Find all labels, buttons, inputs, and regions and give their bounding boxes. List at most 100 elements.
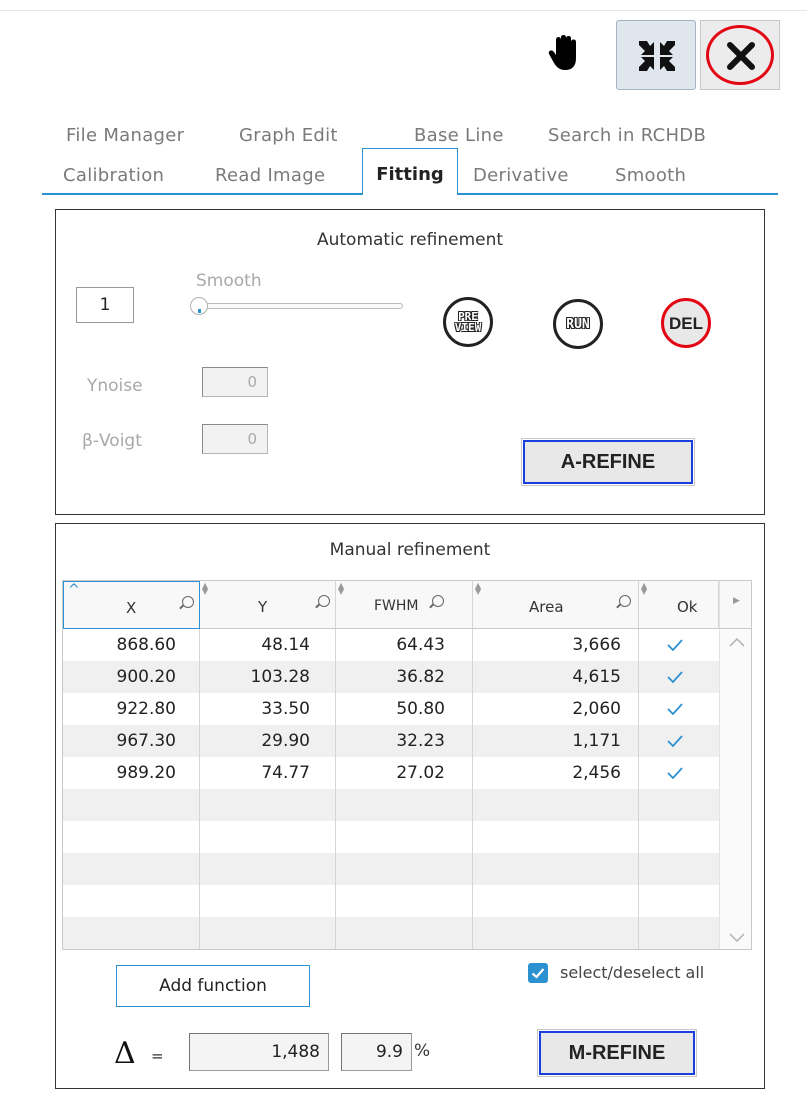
empty-table-row[interactable]	[63, 853, 719, 885]
tab-calibration[interactable]: Calibration	[63, 165, 164, 186]
checkbox-checked-icon	[528, 963, 548, 983]
tab-smooth[interactable]: Smooth	[615, 165, 686, 186]
ok-checkmark-icon[interactable]	[667, 638, 683, 652]
empty-table-row[interactable]	[63, 821, 719, 853]
cell-y[interactable]: 48.14	[261, 629, 310, 661]
beta-voigt-field[interactable]: 0	[202, 424, 268, 454]
empty-table-row[interactable]	[63, 789, 719, 821]
column-header-ok[interactable]: ▲ ▼ Ok	[639, 581, 719, 629]
collapse-button[interactable]	[616, 20, 696, 90]
vertical-scrollbar[interactable]	[719, 629, 751, 949]
column-label-x: X	[126, 599, 137, 617]
column-header-area[interactable]: ▲ ▼ Area	[473, 581, 639, 629]
tab-base-line[interactable]: Base Line	[414, 125, 504, 146]
ynoise-field[interactable]: 0	[202, 367, 268, 397]
table-row[interactable]: 989.20 74.77 27.02 2,456	[63, 757, 719, 789]
ok-checkmark-icon[interactable]	[667, 670, 683, 684]
cell-x[interactable]: 989.20	[117, 757, 176, 789]
cell-fwhm[interactable]: 27.02	[396, 757, 445, 789]
equals-sign: =	[151, 1047, 164, 1065]
sort-icon: ▲ ▼	[475, 581, 482, 596]
delete-label: DEL	[669, 313, 703, 333]
tab-file-manager[interactable]: File Manager	[66, 125, 184, 146]
hand-pan-icon[interactable]	[548, 34, 584, 72]
column-header-y[interactable]: ▲ ▼ Y	[200, 581, 336, 629]
column-label-fwhm: FWHM	[374, 598, 419, 614]
chevron-right-icon: ▶	[733, 596, 740, 606]
select-all-label: select/deselect all	[560, 963, 705, 982]
column-header-x[interactable]: ^ X	[63, 581, 200, 629]
cell-y[interactable]: 29.90	[261, 725, 310, 757]
column-expand-button[interactable]: ▶	[719, 581, 751, 629]
tab-read-image[interactable]: Read Image	[215, 165, 325, 186]
cell-fwhm[interactable]: 32.23	[396, 725, 445, 757]
cell-x[interactable]: 900.20	[117, 661, 176, 693]
table-row[interactable]: 967.30 29.90 32.23 1,171	[63, 725, 719, 757]
run-label: RUN	[566, 316, 590, 332]
m-refine-button[interactable]: M-REFINE	[537, 1029, 697, 1077]
column-label-area: Area	[529, 598, 564, 616]
cell-area[interactable]: 4,615	[572, 661, 621, 693]
search-icon[interactable]	[619, 595, 631, 607]
close-x-icon	[727, 42, 755, 70]
a-refine-button[interactable]: A-REFINE	[521, 438, 695, 486]
tab-search-rchdb[interactable]: Search in RCHDB	[548, 125, 706, 146]
cell-y[interactable]: 33.50	[261, 693, 310, 725]
cell-x[interactable]: 868.60	[117, 629, 176, 661]
preview-button[interactable]: PRE VIEW	[443, 297, 493, 347]
sort-icon: ▲ ▼	[202, 581, 209, 596]
cell-area[interactable]: 3,666	[572, 629, 621, 661]
delta-value: 1,488	[189, 1033, 329, 1071]
add-function-button[interactable]: Add function	[116, 965, 310, 1007]
smooth-slider-thumb[interactable]	[190, 297, 208, 315]
ok-checkmark-icon[interactable]	[667, 734, 683, 748]
empty-table-row[interactable]	[63, 917, 719, 949]
sort-icon: ▲ ▼	[338, 581, 345, 596]
peaks-table: ^ X ▲ ▼ Y ▲ ▼ FWHM ▲ ▼ Area ▲ ▼ Ok ▶ 868.60 4…	[62, 580, 752, 950]
ynoise-label: Ynoise	[87, 376, 143, 396]
top-divider	[0, 10, 807, 11]
delta-symbol: Δ	[114, 1036, 136, 1071]
run-button[interactable]: RUN	[553, 299, 603, 349]
cell-fwhm[interactable]: 36.82	[396, 661, 445, 693]
cell-fwhm[interactable]: 64.43	[396, 629, 445, 661]
cell-y[interactable]: 103.28	[251, 661, 310, 693]
beta-voigt-label: β-Voigt	[82, 431, 142, 451]
ok-checkmark-icon[interactable]	[667, 702, 683, 716]
cell-fwhm[interactable]: 50.80	[396, 693, 445, 725]
smooth-slider-track[interactable]	[203, 303, 403, 309]
preview-label: PRE VIEW	[454, 310, 482, 334]
delete-button[interactable]: DEL	[661, 298, 711, 348]
cell-area[interactable]: 1,171	[572, 725, 621, 757]
cell-y[interactable]: 74.77	[261, 757, 310, 789]
sort-icon: ▲ ▼	[641, 581, 648, 596]
tab-derivative[interactable]: Derivative	[473, 165, 569, 186]
manual-refinement-title: Manual refinement	[329, 540, 491, 560]
table-row[interactable]: 922.80 33.50 50.80 2,060	[63, 693, 719, 725]
cell-x[interactable]: 967.30	[117, 725, 176, 757]
ok-checkmark-icon[interactable]	[667, 766, 683, 780]
empty-table-row[interactable]	[63, 885, 719, 917]
collapse-arrows-icon	[639, 41, 675, 71]
table-row[interactable]: 900.20 103.28 36.82 4,615	[63, 661, 719, 693]
cell-x[interactable]: 922.80	[117, 693, 176, 725]
tab-fitting[interactable]: Fitting	[362, 148, 458, 194]
column-label-ok: Ok	[677, 598, 698, 616]
chevron-down-icon[interactable]	[729, 933, 745, 943]
count-field[interactable]: 1	[76, 287, 134, 323]
table-row[interactable]: 868.60 48.14 64.43 3,666	[63, 629, 719, 661]
column-label-y: Y	[258, 598, 268, 616]
automatic-refinement-title: Automatic refinement	[316, 230, 504, 250]
cell-area[interactable]: 2,456	[572, 757, 621, 789]
search-icon[interactable]	[318, 595, 330, 607]
search-icon[interactable]	[182, 596, 194, 608]
delta-percent-value: 9.9	[341, 1033, 412, 1071]
search-icon[interactable]	[432, 595, 444, 607]
smooth-label: Smooth	[196, 271, 262, 291]
chevron-up-icon[interactable]	[729, 637, 745, 647]
tab-graph-edit[interactable]: Graph Edit	[239, 125, 338, 146]
sort-ascending-icon: ^	[68, 582, 80, 598]
column-header-fwhm[interactable]: ▲ ▼ FWHM	[336, 581, 473, 629]
cell-area[interactable]: 2,060	[572, 693, 621, 725]
close-button[interactable]	[700, 20, 780, 90]
